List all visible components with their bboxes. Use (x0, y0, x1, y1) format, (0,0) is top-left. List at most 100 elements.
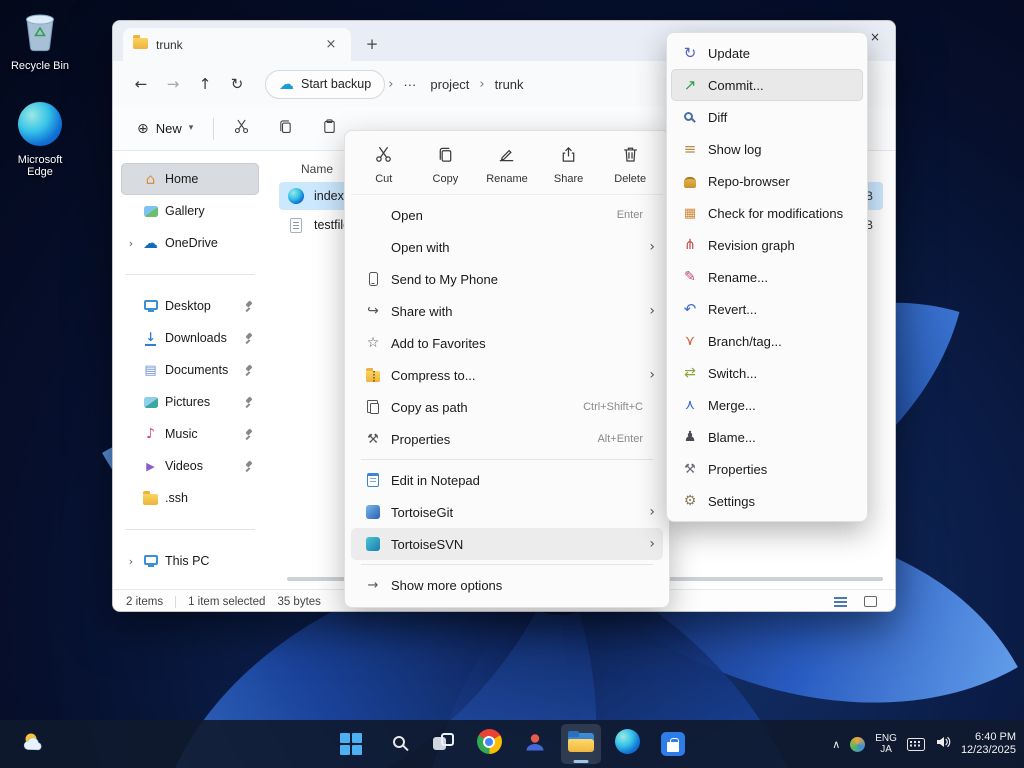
svn-item-merge[interactable]: ⋏Merge... (671, 389, 863, 421)
quick-share-button[interactable]: Share (538, 139, 600, 189)
pin-icon (242, 428, 254, 441)
svn-item-switch[interactable]: ⇄Switch... (671, 357, 863, 389)
context-item-edit-in-notepad[interactable]: Edit in Notepad (351, 464, 663, 496)
svn-item-settings[interactable]: ⚙Settings (671, 485, 863, 517)
back-button[interactable]: ← (125, 68, 157, 100)
context-item-properties[interactable]: ⚒PropertiesAlt+Enter (351, 423, 663, 455)
breadcrumb-project[interactable]: project (423, 77, 476, 92)
svn-item-revision-graph[interactable]: ⋔Revision graph (671, 229, 863, 261)
svn-item-repo-browser[interactable]: Repo-browser (671, 165, 863, 197)
cut-button[interactable] (224, 113, 258, 145)
context-item-compress-to[interactable]: Compress to...› (351, 359, 663, 391)
svn-item-update[interactable]: ↻Update (671, 37, 863, 69)
sidebar-item-desktop[interactable]: Desktop (121, 290, 259, 322)
context-item-tortoisegit[interactable]: TortoiseGit› (351, 496, 663, 528)
sidebar-item-downloads[interactable]: ↓Downloads (121, 322, 259, 354)
chevron-down-icon: ▾ (189, 124, 194, 133)
tab-close-icon[interactable]: × (321, 35, 341, 55)
quick-delete-button[interactable]: Delete (599, 139, 661, 189)
submenu-chevron-icon: › (645, 303, 655, 319)
context-item-open[interactable]: OpenEnter (351, 199, 663, 231)
details-view-icon (834, 597, 847, 599)
breadcrumb-trunk[interactable]: trunk (488, 77, 531, 92)
plus-icon: ⊕ (137, 122, 149, 136)
svn-item-branch-tag[interactable]: ⋎Branch/tag... (671, 325, 863, 357)
share-icon (559, 145, 578, 169)
details-view-button[interactable] (828, 592, 852, 611)
new-button[interactable]: ⊕ New ▾ (127, 115, 203, 142)
clock-time: 6:40 PM (961, 731, 1016, 745)
context-item-tortoisesvn[interactable]: TortoiseSVN› (351, 528, 663, 560)
desktop-icon-microsoft-edge[interactable]: Microsoft Edge (4, 102, 76, 178)
sidebar-item-this-pc[interactable]: ›This PC (121, 545, 259, 577)
svn-commit-icon: ↗ (681, 78, 699, 93)
quick-rename-button[interactable]: Rename (476, 139, 538, 189)
paste-icon (321, 118, 338, 140)
taskbar-start-button[interactable] (331, 724, 371, 764)
context-item-copy-as-path[interactable]: Copy as pathCtrl+Shift+C (351, 391, 663, 423)
svn-item-blame[interactable]: ♟Blame... (671, 421, 863, 453)
svn-item-rename[interactable]: ✎Rename... (671, 261, 863, 293)
taskbar-search-button[interactable] (377, 724, 417, 764)
taskbar-edge-button[interactable] (607, 724, 647, 764)
taskbar-chrome-button[interactable] (469, 724, 509, 764)
widgets-button[interactable] (10, 724, 56, 764)
svn-submenu-items: ↻Update↗Commit...Diff≡Show logRepo-brows… (671, 37, 863, 517)
tab-trunk[interactable]: trunk × (123, 28, 351, 61)
start-backup-button[interactable]: ☁ Start backup (265, 70, 385, 99)
svn-item-show-log[interactable]: ≡Show log (671, 133, 863, 165)
svn-item-revert[interactable]: ↶Revert... (671, 293, 863, 325)
sidebar-item-ssh[interactable]: .ssh (121, 482, 259, 514)
sidebar-item-gallery[interactable]: Gallery (121, 195, 259, 227)
recycle-bin-icon (20, 8, 60, 57)
desktop-icon-recycle-bin[interactable]: Recycle Bin (4, 8, 76, 72)
icons-view-button[interactable] (858, 592, 882, 611)
sidebar-item-music[interactable]: ♪Music (121, 418, 259, 450)
icons-view-icon (864, 596, 877, 607)
taskbar-file-explorer-button[interactable] (561, 724, 601, 764)
context-item-add-to-favorites[interactable]: ☆Add to Favorites (351, 327, 663, 359)
sidebar-item-home[interactable]: ⌂Home (121, 163, 259, 195)
pin-icon (242, 300, 254, 313)
taskbar-task-view-button[interactable] (423, 724, 463, 764)
quick-copy-button[interactable]: Copy (415, 139, 477, 189)
onedrive-icon: ☁ (141, 236, 160, 251)
star-icon: ☆ (361, 336, 385, 350)
breadcrumb-overflow[interactable]: ··· (396, 77, 423, 92)
copy-icon (436, 145, 455, 169)
svn-repo-icon (681, 175, 699, 188)
sidebar-item-documents[interactable]: ▤Documents (121, 354, 259, 386)
sidebar-item-videos[interactable]: ▶Videos (121, 450, 259, 482)
paste-button[interactable] (312, 113, 346, 145)
svn-item-diff[interactable]: Diff (671, 101, 863, 133)
context-item-open-with[interactable]: Open with› (351, 231, 663, 263)
tray-app-icon[interactable] (850, 737, 865, 752)
store-icon (661, 732, 685, 757)
context-item-send-to-my-phone[interactable]: Send to My Phone (351, 263, 663, 295)
music-icon: ♪ (141, 427, 160, 441)
language-indicator[interactable]: ENG JA (875, 733, 897, 755)
svn-item-commit[interactable]: ↗Commit... (671, 69, 863, 101)
copy-button[interactable] (268, 113, 302, 145)
menu-separator (361, 564, 653, 565)
keyboard-ime-icon[interactable] (907, 738, 925, 751)
svn-item-properties[interactable]: ⚒Properties (671, 453, 863, 485)
sidebar-item-onedrive[interactable]: ›☁OneDrive (121, 227, 259, 259)
taskbar-store-button[interactable] (653, 724, 693, 764)
context-item-share-with[interactable]: ↪Share with› (351, 295, 663, 327)
up-button[interactable]: ↑ (189, 68, 221, 100)
forward-button[interactable]: → (157, 68, 189, 100)
sidebar-item-pictures[interactable]: Pictures (121, 386, 259, 418)
clock[interactable]: 6:40 PM 12/23/2025 (961, 731, 1016, 758)
taskbar-people-button[interactable] (515, 724, 555, 764)
tray-overflow-chevron-icon[interactable]: ∧ (832, 739, 840, 750)
shortcut-hint: Ctrl+Shift+C (583, 401, 643, 413)
svn-item-check-for-modifications[interactable]: ▦Check for modifications (671, 197, 863, 229)
context-item-show-more-options[interactable]: →Show more options (351, 569, 663, 601)
new-tab-button[interactable]: + (359, 31, 385, 57)
quick-cut-button[interactable]: Cut (353, 139, 415, 189)
refresh-button[interactable]: ↻ (221, 68, 253, 100)
volume-icon[interactable] (935, 734, 951, 755)
copy-path-icon (361, 401, 385, 414)
svn-log-icon: ≡ (681, 142, 699, 157)
